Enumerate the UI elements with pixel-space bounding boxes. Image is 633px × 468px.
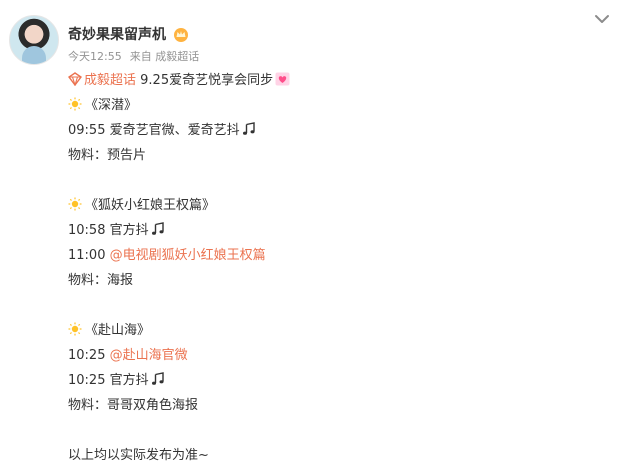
chevron-down-icon[interactable]	[593, 12, 611, 26]
material-line: 物料：海报	[68, 268, 608, 293]
schedule-time: 09:55	[68, 123, 106, 138]
intro-text: 9.25爱奇艺悦享会同步	[136, 73, 274, 88]
material-text: 海报	[107, 273, 134, 288]
schedule-text: 爱奇艺官微、爱奇艺抖	[109, 123, 240, 138]
music-note-icon	[151, 222, 164, 235]
mention-link[interactable]: @赴山海官微	[110, 348, 188, 363]
section-title: 《狐妖小红娘王权篇》	[68, 193, 608, 218]
material-line: 物料：哥哥双角色海报	[68, 393, 608, 418]
sun-icon	[68, 197, 82, 211]
material-text: 哥哥双角色海报	[107, 398, 199, 413]
author-name[interactable]: 奇妙果果留声机	[68, 26, 166, 44]
super-topic-icon	[68, 72, 82, 86]
mention-link[interactable]: @电视剧狐妖小红娘王权篇	[110, 248, 266, 263]
schedule-line: 10:25 @赴山海官微	[68, 343, 608, 368]
schedule-line: 10:25 官方抖	[68, 368, 608, 393]
heart-icon	[275, 72, 290, 86]
material-label: 物料：	[68, 273, 108, 288]
vip-crown-icon	[174, 28, 188, 42]
material-label: 物料：	[68, 398, 108, 413]
schedule-text: 官方抖	[109, 223, 149, 238]
material-line: 物料：预告片	[68, 143, 608, 168]
section-title-text: 《深潜》	[85, 98, 138, 113]
schedule-line: 09:55 爱奇艺官微、爱奇艺抖	[68, 118, 608, 143]
sun-icon	[68, 97, 82, 111]
section-title-text: 《狐妖小红娘王权篇》	[85, 198, 216, 213]
post-source[interactable]: 来自 成毅超话	[130, 50, 200, 63]
schedule-time: 10:25	[68, 348, 106, 363]
post-time[interactable]: 今天12:55	[68, 50, 122, 63]
schedule-line: 11:00 @电视剧狐妖小红娘王权篇	[68, 243, 608, 268]
post-meta: 今天12:55 来自 成毅超话	[68, 50, 207, 64]
avatar[interactable]	[9, 15, 59, 65]
sun-icon	[68, 322, 82, 336]
topic-link[interactable]: 成毅超话	[84, 73, 136, 88]
post-content: 成毅超话 9.25爱奇艺悦享会同步 《深潜》 09:55 爱奇艺官微、爱奇艺抖 …	[68, 68, 608, 468]
schedule-line: 10:58 官方抖	[68, 218, 608, 243]
schedule-text: 官方抖	[109, 373, 149, 388]
material-text: 预告片	[107, 148, 147, 163]
schedule-time: 10:25	[68, 373, 106, 388]
music-note-icon	[242, 122, 255, 135]
section-title: 《赴山海》	[68, 318, 608, 343]
music-note-icon	[151, 372, 164, 385]
schedule-time: 10:58	[68, 223, 106, 238]
section-title: 《深潜》	[68, 93, 608, 118]
section-title-text: 《赴山海》	[85, 323, 151, 338]
footer-note: 以上均以实际发布为准~	[68, 448, 209, 463]
schedule-time: 11:00	[68, 248, 106, 263]
post-intro-line: 成毅超话 9.25爱奇艺悦享会同步	[68, 68, 608, 93]
material-label: 物料：	[68, 148, 108, 163]
